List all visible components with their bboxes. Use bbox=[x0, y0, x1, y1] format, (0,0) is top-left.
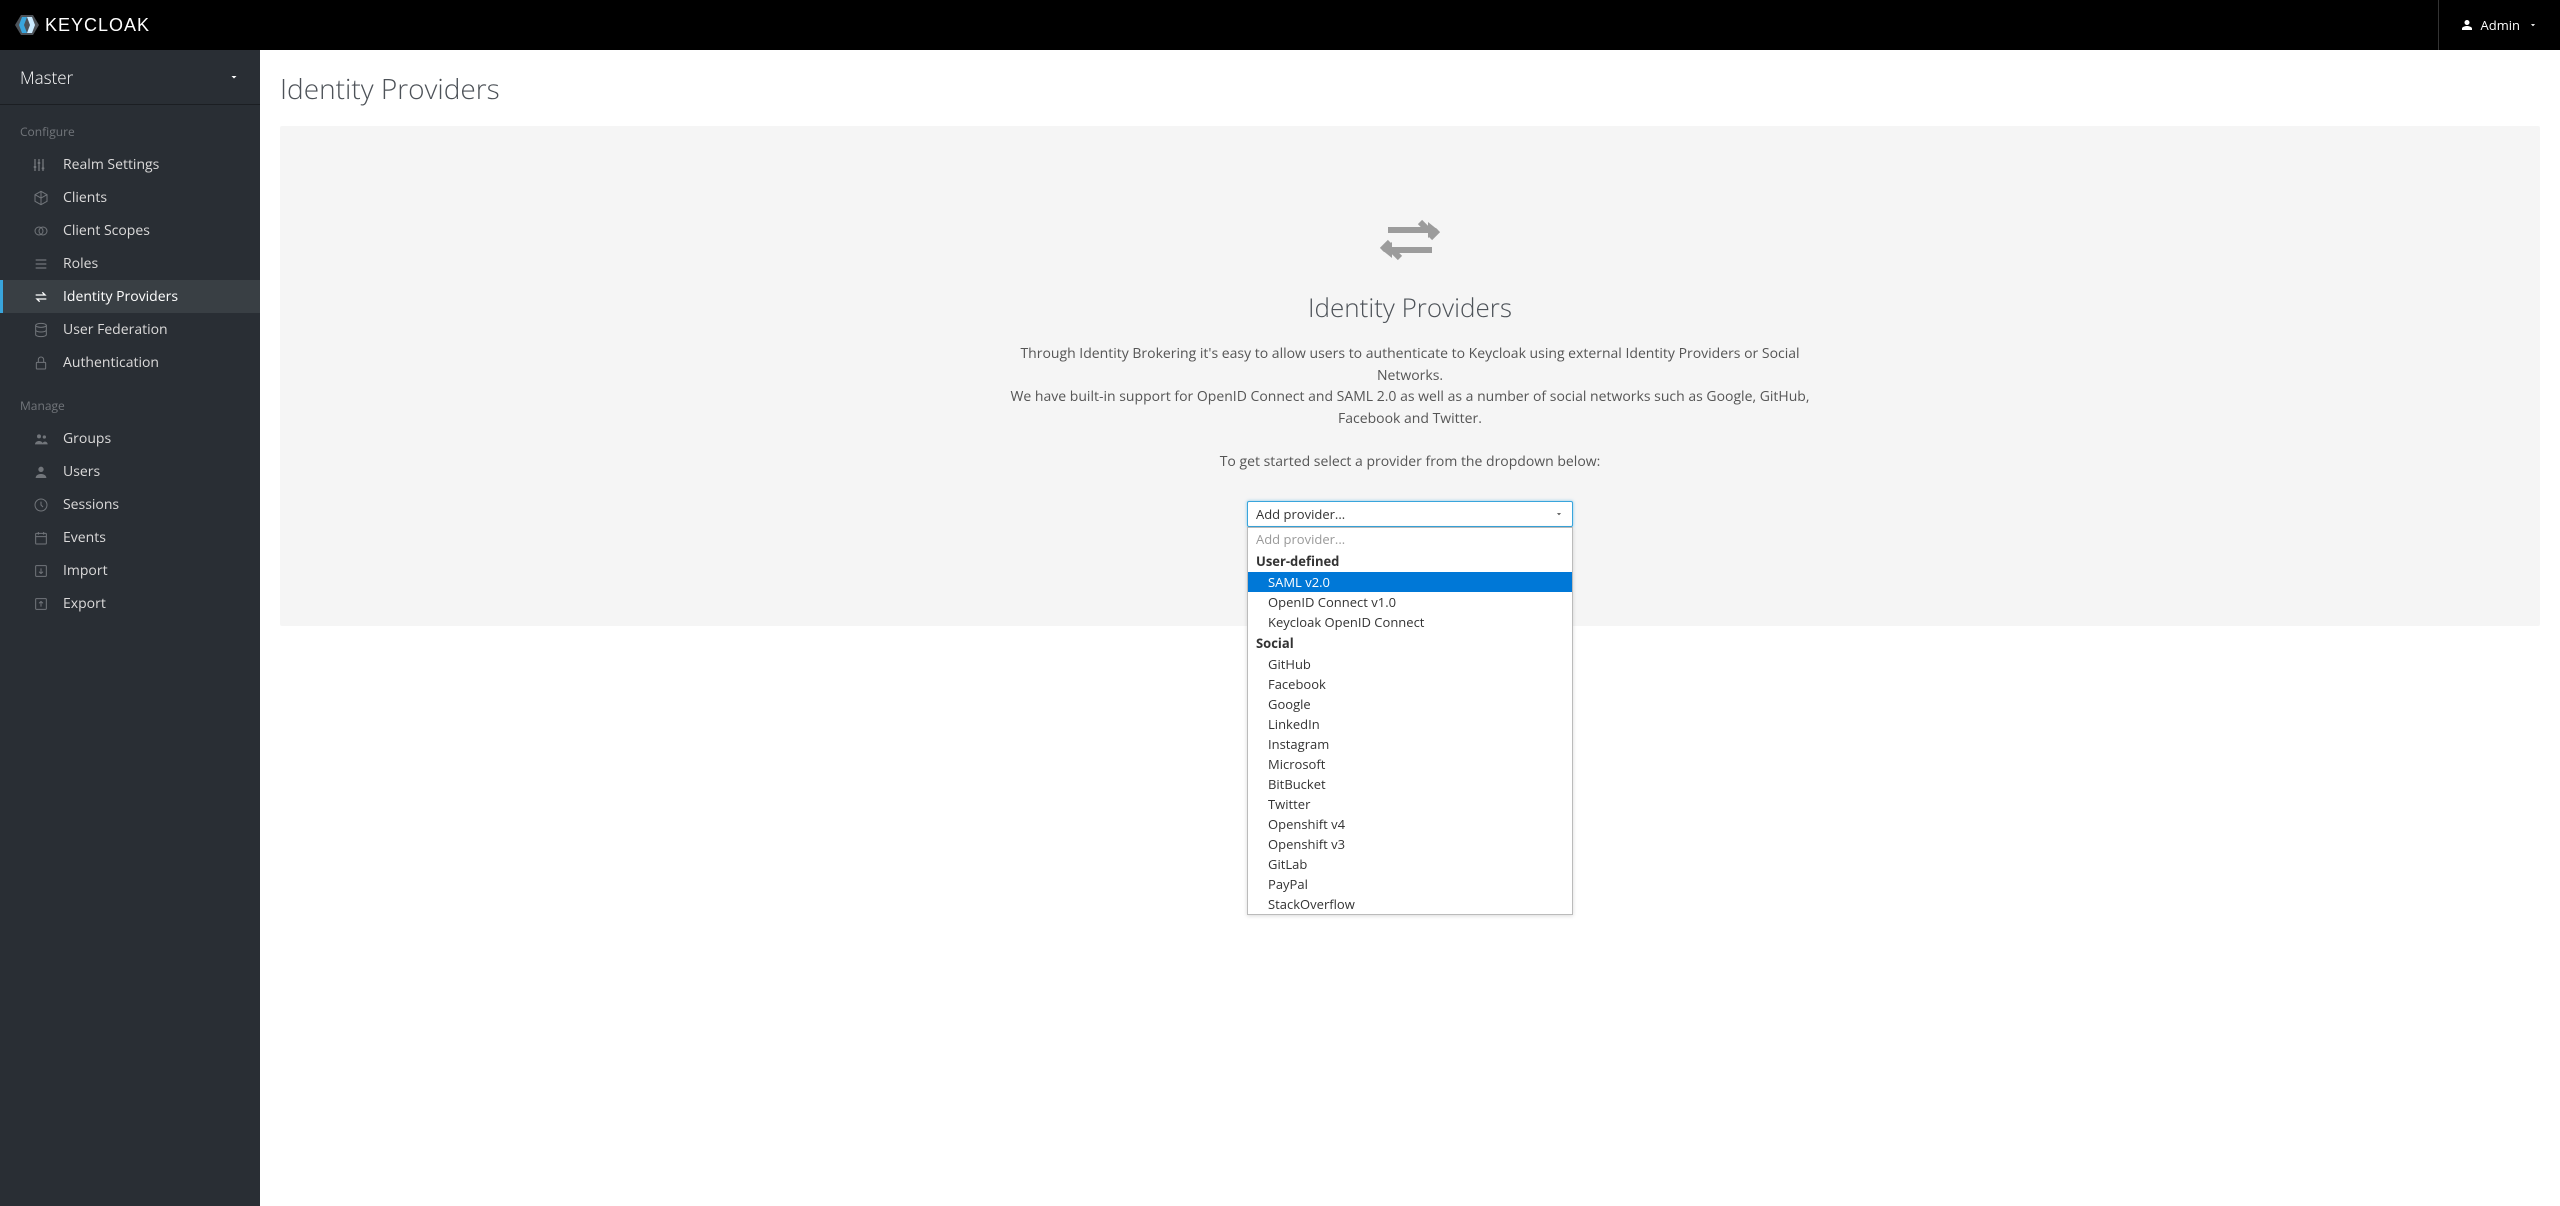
realm-name: Master bbox=[20, 66, 73, 89]
dropdown-option-saml-v2-0[interactable]: SAML v2.0 bbox=[1248, 572, 1572, 592]
calendar-icon bbox=[33, 530, 49, 546]
sidebar-item-label: Client Scopes bbox=[63, 221, 150, 240]
export-icon bbox=[33, 596, 49, 612]
clock-icon bbox=[33, 497, 49, 513]
exchange-icon bbox=[1380, 216, 1440, 264]
sidebar-item-roles[interactable]: Roles bbox=[0, 247, 260, 280]
user-icon bbox=[2461, 19, 2473, 31]
main-content: Identity Providers Identity Providers Th… bbox=[260, 50, 2560, 1206]
provider-dropdown: Add provider... Add provider...User-defi… bbox=[1247, 501, 1573, 527]
lock-icon bbox=[33, 355, 49, 371]
sidebar-item-label: Roles bbox=[63, 254, 98, 273]
page-title: Identity Providers bbox=[280, 70, 2540, 108]
keycloak-logo-icon bbox=[15, 13, 39, 37]
sidebar-item-label: Events bbox=[63, 528, 106, 547]
sidebar-item-label: Users bbox=[63, 462, 100, 481]
sidebar-item-export[interactable]: Export bbox=[0, 587, 260, 620]
empty-heading: Identity Providers bbox=[1000, 289, 1820, 325]
sidebar-item-label: Authentication bbox=[63, 353, 159, 372]
sidebar-item-import[interactable]: Import bbox=[0, 554, 260, 587]
dropdown-group-label: Social bbox=[1248, 632, 1572, 654]
chevron-down-icon bbox=[1554, 509, 1564, 519]
sidebar-item-label: Groups bbox=[63, 429, 111, 448]
dropdown-option-facebook[interactable]: Facebook bbox=[1248, 674, 1572, 694]
sidebar-item-events[interactable]: Events bbox=[0, 521, 260, 554]
db-icon bbox=[33, 322, 49, 338]
sidebar-section-label: Configure bbox=[0, 105, 260, 148]
top-bar: KEYCLOAK Admin bbox=[0, 0, 2560, 50]
dropdown-option-openshift-v4[interactable]: Openshift v4 bbox=[1248, 814, 1572, 834]
provider-select-value: Add provider... bbox=[1256, 505, 1345, 523]
sliders-icon bbox=[33, 157, 49, 173]
user-icon bbox=[33, 464, 49, 480]
sidebar-item-clients[interactable]: Clients bbox=[0, 181, 260, 214]
venn-icon bbox=[33, 223, 49, 239]
dropdown-option-openshift-v3[interactable]: Openshift v3 bbox=[1248, 834, 1572, 854]
sidebar-item-users[interactable]: Users bbox=[0, 455, 260, 488]
exchange-icon bbox=[33, 289, 49, 305]
sidebar-item-client-scopes[interactable]: Client Scopes bbox=[0, 214, 260, 247]
empty-state: Identity Providers Through Identity Brok… bbox=[1000, 216, 1820, 527]
sidebar-item-user-federation[interactable]: User Federation bbox=[0, 313, 260, 346]
user-label: Admin bbox=[2481, 16, 2520, 34]
dropdown-option-google[interactable]: Google bbox=[1248, 694, 1572, 714]
chevron-down-icon bbox=[228, 71, 240, 83]
sidebar-item-label: Sessions bbox=[63, 495, 119, 514]
brand-logo[interactable]: KEYCLOAK bbox=[15, 13, 150, 37]
dropdown-option-bitbucket[interactable]: BitBucket bbox=[1248, 774, 1572, 794]
dropdown-group-label: User-defined bbox=[1248, 550, 1572, 572]
chevron-down-icon bbox=[2528, 20, 2538, 30]
group-icon bbox=[33, 431, 49, 447]
sidebar-item-label: Import bbox=[63, 561, 108, 580]
sidebar-item-authentication[interactable]: Authentication bbox=[0, 346, 260, 379]
sidebar-item-label: Realm Settings bbox=[63, 155, 159, 174]
dropdown-option-stackoverflow[interactable]: StackOverflow bbox=[1248, 894, 1572, 914]
user-menu[interactable]: Admin bbox=[2438, 0, 2560, 50]
dropdown-option-instagram[interactable]: Instagram bbox=[1248, 734, 1572, 754]
sidebar-item-identity-providers[interactable]: Identity Providers bbox=[0, 280, 260, 313]
realm-selector[interactable]: Master bbox=[0, 50, 260, 105]
dropdown-option-twitter[interactable]: Twitter bbox=[1248, 794, 1572, 814]
sidebar-item-groups[interactable]: Groups bbox=[0, 422, 260, 455]
provider-select[interactable]: Add provider... bbox=[1247, 501, 1573, 527]
list-icon bbox=[33, 256, 49, 272]
sidebar-item-realm-settings[interactable]: Realm Settings bbox=[0, 148, 260, 181]
dropdown-option-paypal[interactable]: PayPal bbox=[1248, 874, 1572, 894]
cube-icon bbox=[33, 190, 49, 206]
sidebar-section-label: Manage bbox=[0, 379, 260, 422]
dropdown-option-microsoft[interactable]: Microsoft bbox=[1248, 754, 1572, 774]
import-icon bbox=[33, 563, 49, 579]
empty-description: Through Identity Brokering it's easy to … bbox=[1000, 343, 1820, 430]
dropdown-placeholder-option[interactable]: Add provider... bbox=[1248, 528, 1572, 550]
dropdown-option-openid-connect-v1-0[interactable]: OpenID Connect v1.0 bbox=[1248, 592, 1572, 612]
sidebar-item-sessions[interactable]: Sessions bbox=[0, 488, 260, 521]
dropdown-option-gitlab[interactable]: GitLab bbox=[1248, 854, 1572, 874]
provider-dropdown-list: Add provider...User-definedSAML v2.0Open… bbox=[1247, 527, 1573, 915]
dropdown-option-linkedin[interactable]: LinkedIn bbox=[1248, 714, 1572, 734]
brand-text: KEYCLOAK bbox=[45, 15, 150, 36]
content-panel: Identity Providers Through Identity Brok… bbox=[280, 126, 2540, 626]
empty-hint: To get started select a provider from th… bbox=[1000, 452, 1820, 471]
sidebar-item-label: Clients bbox=[63, 188, 107, 207]
dropdown-option-github[interactable]: GitHub bbox=[1248, 654, 1572, 674]
sidebar-item-label: Export bbox=[63, 594, 106, 613]
sidebar-item-label: User Federation bbox=[63, 320, 168, 339]
sidebar: Master Configure Realm Settings Clients Cli… bbox=[0, 50, 260, 1206]
sidebar-item-label: Identity Providers bbox=[63, 287, 178, 306]
dropdown-option-keycloak-openid-connect[interactable]: Keycloak OpenID Connect bbox=[1248, 612, 1572, 632]
